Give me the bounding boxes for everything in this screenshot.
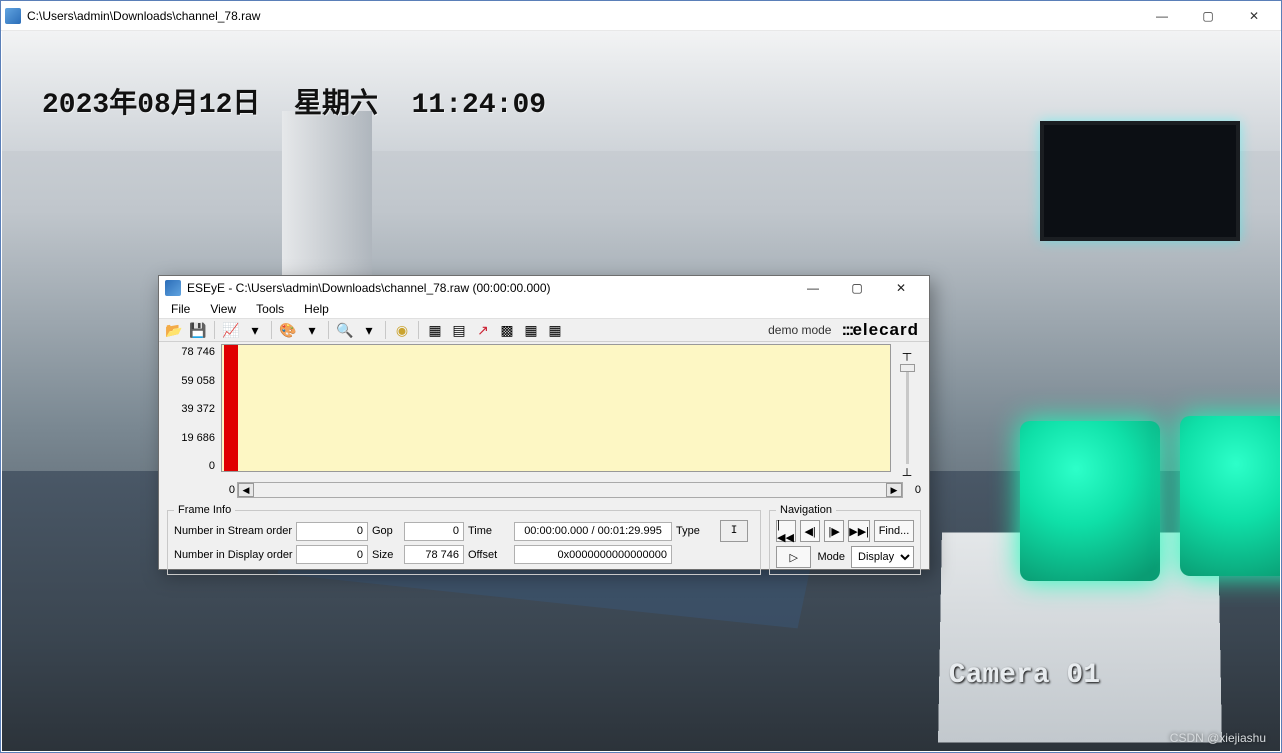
toolbar-separator [271,321,272,339]
toolbar-separator [418,321,419,339]
dialog-titlebar: ESEyE - C:\Users\admin\Downloads\channel… [159,276,929,300]
step-forward-icon: |▶ [829,525,840,538]
stream-order-label: Number in Stream order [174,525,292,537]
bottom-panel: Frame Info Number in Stream order 0 Gop … [159,498,929,583]
mode-label: Mode [815,551,847,563]
find-button[interactable]: Find... [874,520,914,542]
plot-canvas[interactable] [221,344,891,472]
mode-select[interactable]: Display [851,546,914,568]
eseye-window: ESEyE - C:\Users\admin\Downloads\channel… [158,275,930,570]
osd-datetime: 2023年08月12日 星期六 11:24:09 [42,81,546,121]
save-icon[interactable]: 💾 [187,319,209,341]
time-label: Time [468,525,510,537]
eseye-app-icon [165,280,181,296]
grid-4-icon[interactable]: ▦ [544,319,566,341]
y-tick: 0 [209,460,215,472]
x-scroll-row: 0 ◀ ▶ 0 [159,482,929,498]
navigation-group: Navigation |◀◀ ◀| |▶ ▶▶| Find... ▷ Mode … [769,504,921,575]
y-tick: 39 372 [181,403,215,415]
nav-last-button[interactable]: ▶▶| [848,520,870,542]
vertical-zoom-slider[interactable]: ┬ ┴ [893,344,921,482]
scroll-left-icon[interactable]: ◀ [238,483,254,497]
dialog-maximize-button[interactable]: ▢ [835,276,879,300]
toolbar-separator [328,321,329,339]
csdn-watermark: CSDN @xiejiashu [1170,731,1266,745]
size-label: Size [372,549,400,561]
grid-3-icon[interactable]: ▩ [496,319,518,341]
display-order-value: 0 [296,545,368,564]
frame-type-button[interactable]: I [720,520,748,542]
nav-prev-button[interactable]: ◀| [800,520,820,542]
frame-info-group: Frame Info Number in Stream order 0 Gop … [167,504,761,575]
toolbar-separator [385,321,386,339]
y-tick: 78 746 [181,346,215,358]
y-axis: 78 746 59 058 39 372 19 686 0 [163,344,219,482]
dialog-close-button[interactable]: ✕ [879,276,923,300]
zoom-icon[interactable]: 🔍 [334,319,356,341]
size-value: 78 746 [404,545,464,564]
dialog-title: ESEyE - C:\Users\admin\Downloads\channel… [187,281,791,295]
scroll-right-icon[interactable]: ▶ [886,483,902,497]
dialog-minimize-button[interactable]: — [791,276,835,300]
display-order-label: Number in Display order [174,549,292,561]
vslider-track[interactable] [906,364,909,464]
stream-order-value: 0 [296,522,368,541]
demo-mode-label: demo mode [768,323,831,337]
play-button[interactable]: ▷ [776,546,811,568]
offset-value: 0x0000000000000000 [514,545,672,564]
menu-file[interactable]: File [167,300,194,318]
step-back-icon: ◀| [804,525,815,538]
gop-label: Gop [372,525,400,537]
toolbar-separator [214,321,215,339]
dropdown-1-icon[interactable]: ▾ [244,319,266,341]
outer-close-button[interactable]: ✕ [1231,1,1277,31]
navigation-legend: Navigation [776,504,836,516]
chart-area: 78 746 59 058 39 372 19 686 0 ┬ ┴ [159,342,929,482]
osd-camera-label: Camera 01 [949,660,1100,691]
menu-view[interactable]: View [206,300,240,318]
outer-maximize-button[interactable]: ▢ [1185,1,1231,31]
type-label: Type [676,525,716,537]
menu-help[interactable]: Help [300,300,333,318]
vslider-thumb[interactable] [900,364,915,372]
horizontal-scrollbar[interactable]: ◀ ▶ [237,482,903,498]
time-value: 00:00:00.000 / 00:01:29.995 [514,522,672,541]
frame-info-legend: Frame Info [174,504,235,516]
menubar: File View Tools Help [159,300,929,319]
toolbar: 📂 💾 📈 ▾ 🎨 ▾ 🔍 ▾ ◉ ▦ ▤ ↗ ▩ ▦ ▦ demo mode … [159,319,929,342]
slider-bottom-cap: ┴ [903,468,912,482]
arrow-icon[interactable]: ↗ [472,319,494,341]
offset-label: Offset [468,549,510,561]
scene-chair-2 [1180,416,1280,576]
target-icon[interactable]: ◉ [391,319,413,341]
scene-chair-1 [1020,421,1160,581]
app-icon [5,8,21,24]
frame-size-bar [224,345,238,471]
grid-1-icon[interactable]: ▦ [424,319,446,341]
chart-type-icon[interactable]: 📈 [220,319,242,341]
dropdown-3-icon[interactable]: ▾ [358,319,380,341]
brand-logo: :::elecard [841,320,919,341]
y-tick: 19 686 [181,432,215,444]
skip-last-icon: ▶▶| [849,525,869,538]
x-min-label: 0 [219,484,235,496]
y-tick: 59 058 [181,375,215,387]
gop-value: 0 [404,522,464,541]
outer-window-title: C:\Users\admin\Downloads\channel_78.raw [27,9,1139,23]
outer-titlebar: C:\Users\admin\Downloads\channel_78.raw … [1,1,1281,31]
play-icon: ▷ [790,551,798,564]
scene-wall-screen [1040,121,1240,241]
slider-top-cap: ┬ [903,346,912,360]
x-max-label: 0 [905,484,921,496]
dropdown-2-icon[interactable]: ▾ [301,319,323,341]
menu-tools[interactable]: Tools [252,300,288,318]
nav-next-button[interactable]: |▶ [824,520,844,542]
outer-minimize-button[interactable]: — [1139,1,1185,31]
skip-first-icon: |◀◀ [777,519,795,544]
open-icon[interactable]: 📂 [163,319,185,341]
nav-first-button[interactable]: |◀◀ [776,520,796,542]
color-palette-icon[interactable]: 🎨 [277,319,299,341]
grid-color-icon[interactable]: ▦ [520,319,542,341]
grid-2-icon[interactable]: ▤ [448,319,470,341]
